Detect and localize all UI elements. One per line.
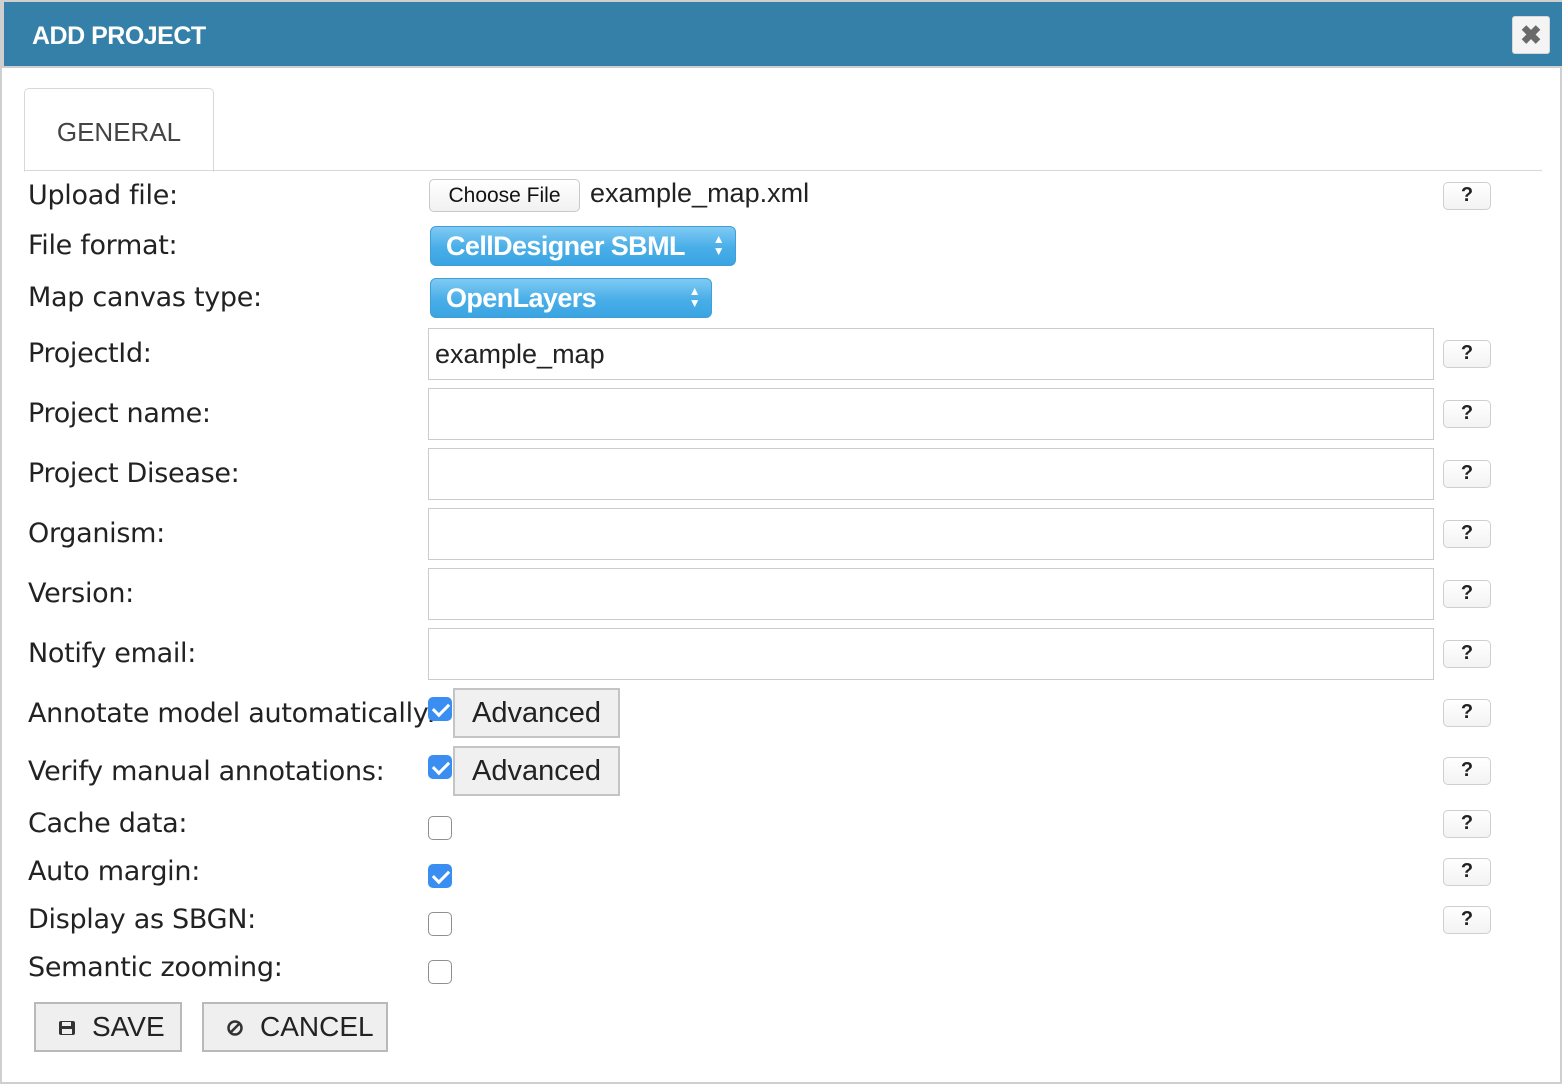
cache-data-checkbox[interactable] [428, 816, 452, 840]
project-id-input[interactable] [428, 328, 1434, 380]
help-version-button[interactable]: ? [1443, 580, 1491, 608]
version-label: Version: [28, 578, 134, 609]
help-display-sbgn-button[interactable]: ? [1443, 906, 1491, 934]
project-disease-input[interactable] [428, 448, 1434, 500]
semantic-zooming-checkbox[interactable] [428, 960, 452, 984]
version-input[interactable] [428, 568, 1434, 620]
add-project-dialog: ADD PROJECT ✖ GENERAL Upload file: Choos… [0, 0, 1562, 1084]
close-x-icon: ✖ [1520, 20, 1542, 50]
help-project-disease-button[interactable]: ? [1443, 460, 1491, 488]
selected-file-name: example_map.xml [590, 178, 810, 208]
cancel-button-label: CANCEL [260, 1011, 374, 1042]
cancel-button[interactable]: CANCEL [202, 1002, 388, 1052]
auto-margin-checkbox[interactable] [428, 864, 452, 888]
project-id-label: ProjectId: [28, 338, 152, 369]
organism-label: Organism: [28, 518, 165, 549]
annotate-model-label: Annotate model automatically: [28, 698, 436, 729]
dialog-title: ADD PROJECT [32, 22, 206, 50]
display-sbgn-checkbox[interactable] [428, 912, 452, 936]
help-auto-margin-button[interactable]: ? [1443, 858, 1491, 886]
help-project-name-button[interactable]: ? [1443, 400, 1491, 428]
file-format-select[interactable]: CellDesigner SBML ▲ ▼ [430, 226, 736, 266]
help-verify-annotations-button[interactable]: ? [1443, 757, 1491, 785]
notify-email-input[interactable] [428, 628, 1434, 680]
save-button-label: SAVE [92, 1011, 165, 1042]
project-name-label: Project name: [28, 398, 211, 429]
ban-circle-icon [227, 1020, 243, 1036]
map-canvas-type-select[interactable]: OpenLayers ▲ ▼ [430, 278, 712, 318]
map-canvas-type-label: Map canvas type: [28, 282, 262, 313]
map-canvas-type-selected: OpenLayers [446, 283, 597, 313]
display-sbgn-label: Display as SBGN: [28, 904, 256, 935]
project-disease-label: Project Disease: [28, 458, 240, 489]
annotate-advanced-button[interactable]: Advanced [453, 688, 620, 738]
annotate-model-checkbox[interactable] [428, 697, 452, 721]
notify-email-label: Notify email: [28, 638, 197, 669]
auto-margin-label: Auto margin: [28, 856, 200, 887]
project-name-input[interactable] [428, 388, 1434, 440]
help-organism-button[interactable]: ? [1443, 520, 1491, 548]
select-arrows-icon: ▲ ▼ [712, 232, 725, 258]
help-cache-data-button[interactable]: ? [1443, 810, 1491, 838]
help-upload-file-button[interactable]: ? [1443, 182, 1491, 210]
verify-advanced-button[interactable]: Advanced [453, 746, 620, 796]
tab-general[interactable]: GENERAL [24, 88, 214, 172]
upload-file-label: Upload file: [28, 180, 178, 211]
organism-input[interactable] [428, 508, 1434, 560]
semantic-zooming-label: Semantic zooming: [28, 952, 283, 983]
verify-annotations-label: Verify manual annotations: [28, 756, 385, 787]
file-format-selected: CellDesigner SBML [446, 231, 685, 261]
help-notify-email-button[interactable]: ? [1443, 640, 1491, 668]
save-button[interactable]: SAVE [34, 1002, 182, 1052]
tab-divider [24, 170, 1542, 171]
close-button[interactable]: ✖ [1512, 16, 1550, 54]
file-format-label: File format: [28, 230, 178, 261]
floppy-disk-icon [59, 1021, 75, 1035]
select-arrows-icon: ▲ ▼ [688, 284, 701, 310]
tab-general-label: GENERAL [56, 117, 182, 147]
verify-annotations-checkbox[interactable] [428, 755, 452, 779]
help-annotate-model-button[interactable]: ? [1443, 699, 1491, 727]
dialog-titlebar: ADD PROJECT ✖ [2, 0, 1562, 68]
choose-file-button[interactable]: Choose File [429, 179, 580, 212]
help-project-id-button[interactable]: ? [1443, 340, 1491, 368]
cache-data-label: Cache data: [28, 808, 188, 839]
